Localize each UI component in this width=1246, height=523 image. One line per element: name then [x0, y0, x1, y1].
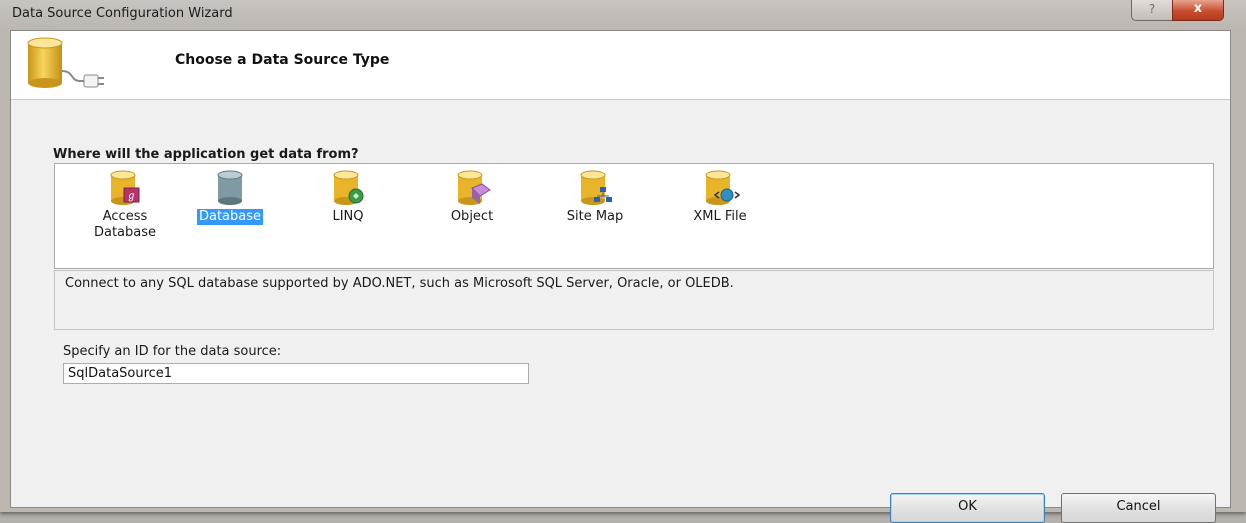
- source-type-database[interactable]: Database: [185, 170, 275, 225]
- source-type-label-xml: XML File: [693, 209, 747, 224]
- xml-file-icon: [705, 170, 740, 205]
- dialog-body: Choose a Data Source Type Where will the…: [10, 30, 1231, 523]
- database-icon: [217, 170, 243, 205]
- close-button[interactable]: x: [1172, 0, 1224, 21]
- source-type-label-database: Database: [196, 209, 264, 225]
- svg-text:ℊ: ℊ: [127, 191, 137, 202]
- help-button[interactable]: ?: [1131, 0, 1173, 21]
- source-type-label-access: Access Database: [93, 209, 157, 240]
- source-type-label-site-map: Site Map: [566, 209, 624, 224]
- linq-icon: [333, 170, 364, 205]
- page-title: Choose a Data Source Type: [175, 52, 390, 68]
- window-title: Data Source Configuration Wizard: [12, 6, 233, 21]
- source-type-object[interactable]: Object: [427, 170, 517, 225]
- description-box: Connect to any SQL database supported by…: [54, 270, 1214, 330]
- source-type-site-map[interactable]: Site Map: [550, 170, 640, 225]
- wizard-header: Choose a Data Source Type: [11, 31, 1230, 100]
- description-text: Connect to any SQL database supported by…: [65, 276, 734, 291]
- id-field-label: Specify an ID for the data source:: [63, 344, 282, 359]
- source-type-label-object: Object: [450, 209, 494, 224]
- close-icon: x: [1193, 1, 1203, 16]
- help-icon: ?: [1148, 2, 1156, 16]
- site-map-icon: [580, 170, 612, 205]
- source-type-list[interactable]: ℊ Access Database Database LINQ Object S…: [54, 163, 1214, 269]
- source-type-access-database[interactable]: ℊ Access Database: [80, 170, 170, 241]
- object-icon: [457, 170, 491, 205]
- data-source-id-input[interactable]: [63, 363, 529, 384]
- source-type-label-linq: LINQ: [332, 209, 364, 224]
- database-plug-icon: [27, 37, 104, 88]
- source-type-label: Where will the application get data from…: [53, 147, 359, 162]
- source-type-linq[interactable]: LINQ: [303, 170, 393, 225]
- title-bar[interactable]: Data Source Configuration Wizard ? x: [0, 0, 1246, 30]
- access-database-icon: ℊ: [110, 170, 140, 205]
- source-type-xml-file[interactable]: XML File: [675, 170, 765, 225]
- wizard-window: Data Source Configuration Wizard ? x Cho…: [0, 0, 1246, 523]
